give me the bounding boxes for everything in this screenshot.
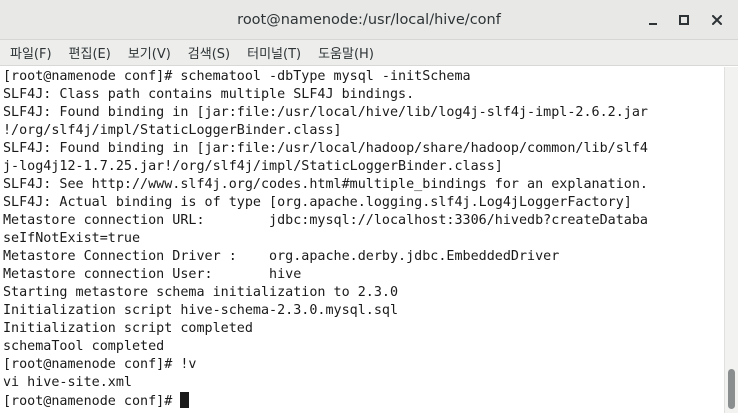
terminal-scrollbar[interactable] xyxy=(724,67,738,413)
terminal-line: j-log4j12-1.7.25.jar!/org/slf4j/impl/Sta… xyxy=(3,159,503,174)
terminal-prompt: [root@namenode conf]# xyxy=(3,394,181,409)
terminal-line: Metastore Connection Driver : org.apache… xyxy=(3,249,560,264)
menu-view[interactable]: 보기(V) xyxy=(128,43,171,62)
terminal-line: vi hive-site.xml xyxy=(3,375,132,390)
menu-bar: 파일(F) 편집(E) 보기(V) 검색(S) 터미널(T) 도움말(H) xyxy=(0,40,738,66)
maximize-button[interactable] xyxy=(673,9,695,31)
terminal-line: SLF4J: See http://www.slf4j.org/codes.ht… xyxy=(3,177,648,192)
terminal-line: schemaTool completed xyxy=(3,339,165,354)
terminal-output[interactable]: [root@namenode conf]# schematool -dbType… xyxy=(0,67,724,413)
terminal-line: SLF4J: Found binding in [jar:file:/usr/l… xyxy=(3,141,648,156)
menu-terminal[interactable]: 터미널(T) xyxy=(247,43,301,62)
terminal-line: [root@namenode conf]# !v xyxy=(3,357,197,372)
menu-edit[interactable]: 편집(E) xyxy=(69,43,111,62)
terminal-line: SLF4J: Class path contains multiple SLF4… xyxy=(3,87,415,102)
terminal-line: Starting metastore schema initialization… xyxy=(3,285,399,300)
terminal-prompt-line[interactable]: [root@namenode conf]# xyxy=(3,392,724,410)
close-icon xyxy=(712,15,722,25)
window-titlebar[interactable]: root@namenode:/usr/local/hive/conf xyxy=(0,0,738,40)
menu-help[interactable]: 도움말(H) xyxy=(318,43,374,62)
terminal-line: Metastore connection URL: jdbc:mysql://l… xyxy=(3,213,648,228)
terminal-line: [root@namenode conf]# schematool -dbType… xyxy=(3,69,471,84)
minimize-button[interactable] xyxy=(642,9,664,31)
close-button[interactable] xyxy=(706,9,728,31)
scrollbar-thumb[interactable] xyxy=(728,369,735,409)
maximize-icon xyxy=(679,15,689,25)
terminal-line: Initialization script hive-schema-2.3.0.… xyxy=(3,303,399,318)
terminal-line: !/org/slf4j/impl/StaticLoggerBinder.clas… xyxy=(3,123,342,138)
text-cursor xyxy=(180,392,190,408)
menu-file[interactable]: 파일(F) xyxy=(10,43,52,62)
terminal-line: SLF4J: Found binding in [jar:file:/usr/l… xyxy=(3,105,648,120)
terminal-line: SLF4J: Actual binding is of type [org.ap… xyxy=(3,195,632,210)
minimize-icon xyxy=(649,23,657,25)
terminal-line: Metastore connection User: hive xyxy=(3,267,302,282)
terminal-line: Initialization script completed xyxy=(3,321,253,336)
terminal-line: seIfNotExist=true xyxy=(3,231,141,246)
window-title: root@namenode:/usr/local/hive/conf xyxy=(237,12,501,28)
menu-search[interactable]: 검색(S) xyxy=(188,43,230,62)
